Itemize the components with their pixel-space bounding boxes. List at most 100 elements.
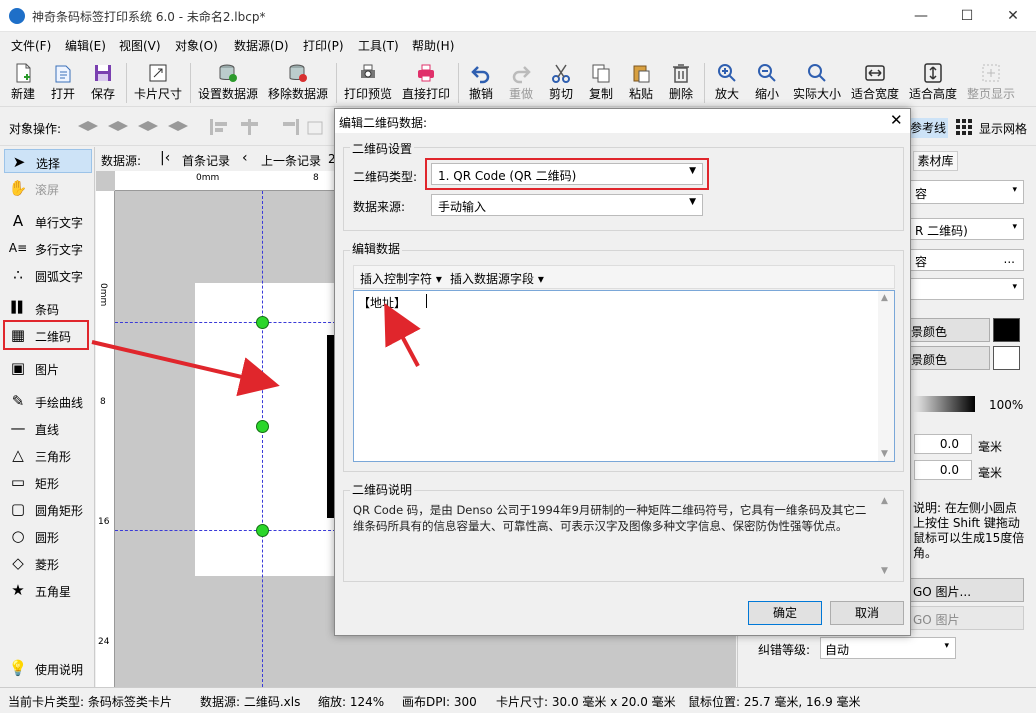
remove-datasource-button[interactable]: 移除数据源 — [266, 60, 330, 106]
prev-record-button[interactable]: 上一条记录 — [261, 152, 321, 169]
cut-button[interactable]: 剪切 — [544, 60, 578, 106]
redo-button[interactable]: 重做 — [504, 60, 538, 106]
paste-icon — [633, 65, 650, 83]
tool-select[interactable]: ➤ 选择 — [4, 149, 92, 173]
save-button[interactable]: 保存 — [86, 60, 120, 106]
menu-tools[interactable]: 工具(T) — [358, 37, 399, 54]
tab-materials[interactable]: 素材库 — [913, 151, 958, 171]
insert-field-button[interactable]: 插入数据源字段 ▾ — [450, 270, 544, 287]
unit-label: 毫米 — [978, 440, 1003, 454]
delete-button[interactable]: 删除 — [664, 60, 698, 106]
hand-icon: ✋ — [8, 179, 28, 197]
tool-freehand[interactable]: ✎ 手绘曲线 — [4, 389, 92, 413]
rounded-rect-icon: ▢ — [10, 500, 26, 518]
copy-button[interactable]: 复制 — [584, 60, 618, 106]
minimize-button[interactable]: — — [898, 0, 944, 32]
tool-line[interactable]: — 直线 — [4, 416, 92, 440]
content-textarea[interactable]: 【地址】 ▲ ▼ — [353, 290, 895, 462]
logo-image-button[interactable]: GO 图片... — [908, 578, 1024, 602]
barcode-icon: ▌▌ — [11, 301, 27, 314]
tool-rectangle[interactable]: ▭ 矩形 — [4, 470, 92, 494]
data-source-select[interactable]: 手动输入 ▼ — [431, 194, 703, 216]
prev-record-icon[interactable]: ‹ — [242, 150, 248, 166]
hint-text: 说明: 在左侧小圆点上按住 Shift 键拖动鼠标可以生成15度倍角。 — [913, 501, 1025, 560]
tool-multi-text[interactable]: A≡ 多行文字 — [4, 236, 92, 260]
align-icons — [210, 119, 323, 135]
maximize-button[interactable]: ☐ — [944, 0, 990, 32]
delete-icon — [673, 64, 689, 83]
background-color-swatch[interactable] — [993, 346, 1020, 370]
unit-label: 毫米 — [978, 466, 1003, 480]
tool-arc-text[interactable]: ∴ 圆弧文字 — [4, 263, 92, 287]
foreground-color-button[interactable]: 景颜色 — [908, 318, 990, 342]
first-record-button[interactable]: 首条记录 — [182, 152, 230, 169]
tool-help[interactable]: 💡 使用说明 — [4, 656, 92, 680]
undo-button[interactable]: 撤销 — [464, 60, 498, 106]
paste-button[interactable]: 粘贴 — [624, 60, 658, 106]
foreground-color-swatch[interactable] — [993, 318, 1020, 342]
tool-single-text[interactable]: A 单行文字 — [4, 209, 92, 233]
cancel-button[interactable]: 取消 — [830, 601, 904, 625]
app-logo-icon — [9, 8, 25, 24]
triangle-icon: △ — [12, 446, 24, 464]
qr-type-select-side[interactable]: R 二维码) ▾ — [908, 218, 1024, 240]
status-datasource: 数据源: 二维码.xls — [200, 695, 301, 709]
tool-rounded-rect[interactable]: ▢ 圆角矩形 — [4, 497, 92, 521]
database-remove-icon — [289, 64, 307, 82]
ok-button[interactable]: 确定 — [748, 601, 822, 625]
menu-datasource[interactable]: 数据源(D) — [234, 37, 289, 54]
content-select[interactable]: 容 ▾ — [908, 180, 1024, 204]
set-datasource-button[interactable]: 设置数据源 — [196, 60, 260, 106]
text-icon: A — [12, 212, 24, 230]
style-select[interactable]: ▾ — [908, 278, 1024, 300]
show-grid-toggle[interactable]: 显示网格 — [979, 120, 1027, 137]
menu-edit[interactable]: 编辑(E) — [65, 37, 106, 54]
guide-line-bottom — [115, 530, 336, 531]
chevron-down-icon: ▼ — [689, 197, 696, 207]
opacity-value: 100% — [989, 398, 1024, 412]
dialog-close-icon[interactable]: ✕ — [890, 111, 903, 129]
zoom-out-icon — [758, 64, 776, 82]
tool-barcode[interactable]: ▌▌ 条码 — [4, 296, 92, 320]
resize-handle[interactable] — [256, 420, 269, 433]
fit-height-button[interactable]: 适合高度 — [906, 60, 960, 106]
ecc-select[interactable]: 自动 ▾ — [820, 637, 956, 659]
full-page-button[interactable]: 整页显示 — [964, 60, 1018, 106]
tool-image[interactable]: ▣ 图片 — [4, 356, 92, 380]
tool-scroll[interactable]: ✋ 滚屏 — [4, 176, 92, 200]
first-record-icon[interactable]: |‹ — [160, 150, 170, 166]
actual-size-button[interactable]: 实际大小 — [790, 60, 844, 106]
vertical-ruler: 0mm 8 16 24 — [96, 191, 115, 687]
offset-y-input[interactable]: 0.0 — [914, 460, 972, 480]
actual-size-icon — [808, 64, 826, 82]
zoom-out-button[interactable]: 缩小 — [750, 60, 784, 106]
tool-circle[interactable]: ○ 圆形 — [4, 524, 92, 548]
close-window-button[interactable]: ✕ — [990, 0, 1036, 32]
menu-view[interactable]: 视图(V) — [119, 37, 161, 54]
resize-handle[interactable] — [256, 524, 269, 537]
reference-lines-toggle[interactable]: 参考线 — [908, 118, 948, 138]
tool-diamond[interactable]: ◇ 菱形 — [4, 551, 92, 575]
resize-handle[interactable] — [256, 316, 269, 329]
menu-object[interactable]: 对象(O) — [175, 37, 218, 54]
menu-print[interactable]: 打印(P) — [303, 37, 344, 54]
card-size-button[interactable]: 卡片尺寸 — [132, 60, 184, 106]
open-button[interactable]: 打开 — [46, 60, 80, 106]
opacity-slider[interactable] — [913, 396, 975, 412]
attr-field[interactable]: 容... — [908, 249, 1024, 271]
description-scrollbar[interactable]: ▲ ▼ — [878, 494, 894, 578]
offset-x-input[interactable]: 0.0 — [914, 434, 972, 454]
menu-file[interactable]: 文件(F) — [11, 37, 51, 54]
logo-image-clear-button[interactable]: GO 图片 — [908, 606, 1024, 630]
fit-width-button[interactable]: 适合宽度 — [848, 60, 902, 106]
textarea-scrollbar[interactable]: ▲ ▼ — [878, 291, 894, 461]
tool-star[interactable]: ★ 五角星 — [4, 578, 92, 602]
menu-help[interactable]: 帮助(H) — [412, 37, 454, 54]
direct-print-button[interactable]: 直接打印 — [400, 60, 452, 106]
zoom-in-button[interactable]: 放大 — [710, 60, 744, 106]
background-color-button[interactable]: 景颜色 — [908, 346, 990, 370]
print-preview-button[interactable]: 打印预览 — [342, 60, 394, 106]
new-button[interactable]: 新建 — [6, 60, 40, 106]
tool-triangle[interactable]: △ 三角形 — [4, 443, 92, 467]
insert-control-char-button[interactable]: 插入控制字符 ▾ — [360, 270, 442, 287]
